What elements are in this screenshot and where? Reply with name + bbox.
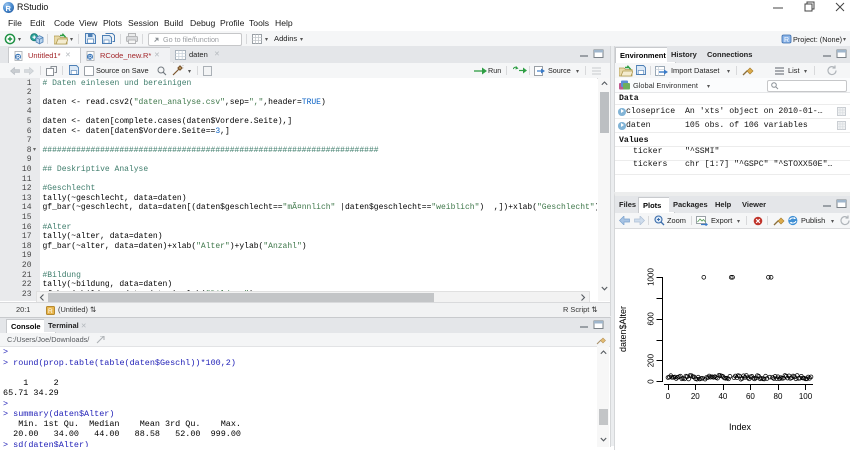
svg-text:60: 60: [746, 392, 755, 401]
svg-text:R: R: [784, 37, 789, 44]
svg-text:Index: Index: [729, 422, 752, 432]
svg-text:1000: 1000: [647, 268, 656, 286]
svg-text:R: R: [88, 55, 92, 61]
svg-text:40: 40: [718, 392, 727, 401]
svg-text:0: 0: [647, 379, 656, 384]
svg-text:600: 600: [647, 312, 656, 326]
svg-text:100: 100: [799, 392, 813, 401]
svg-text:R: R: [16, 55, 20, 61]
svg-text:20: 20: [691, 392, 700, 401]
svg-text:daten$Alter: daten$Alter: [618, 306, 628, 352]
svg-text:200: 200: [647, 353, 656, 367]
svg-text:0: 0: [666, 392, 671, 401]
svg-text:R: R: [48, 308, 53, 315]
svg-text:80: 80: [774, 392, 783, 401]
